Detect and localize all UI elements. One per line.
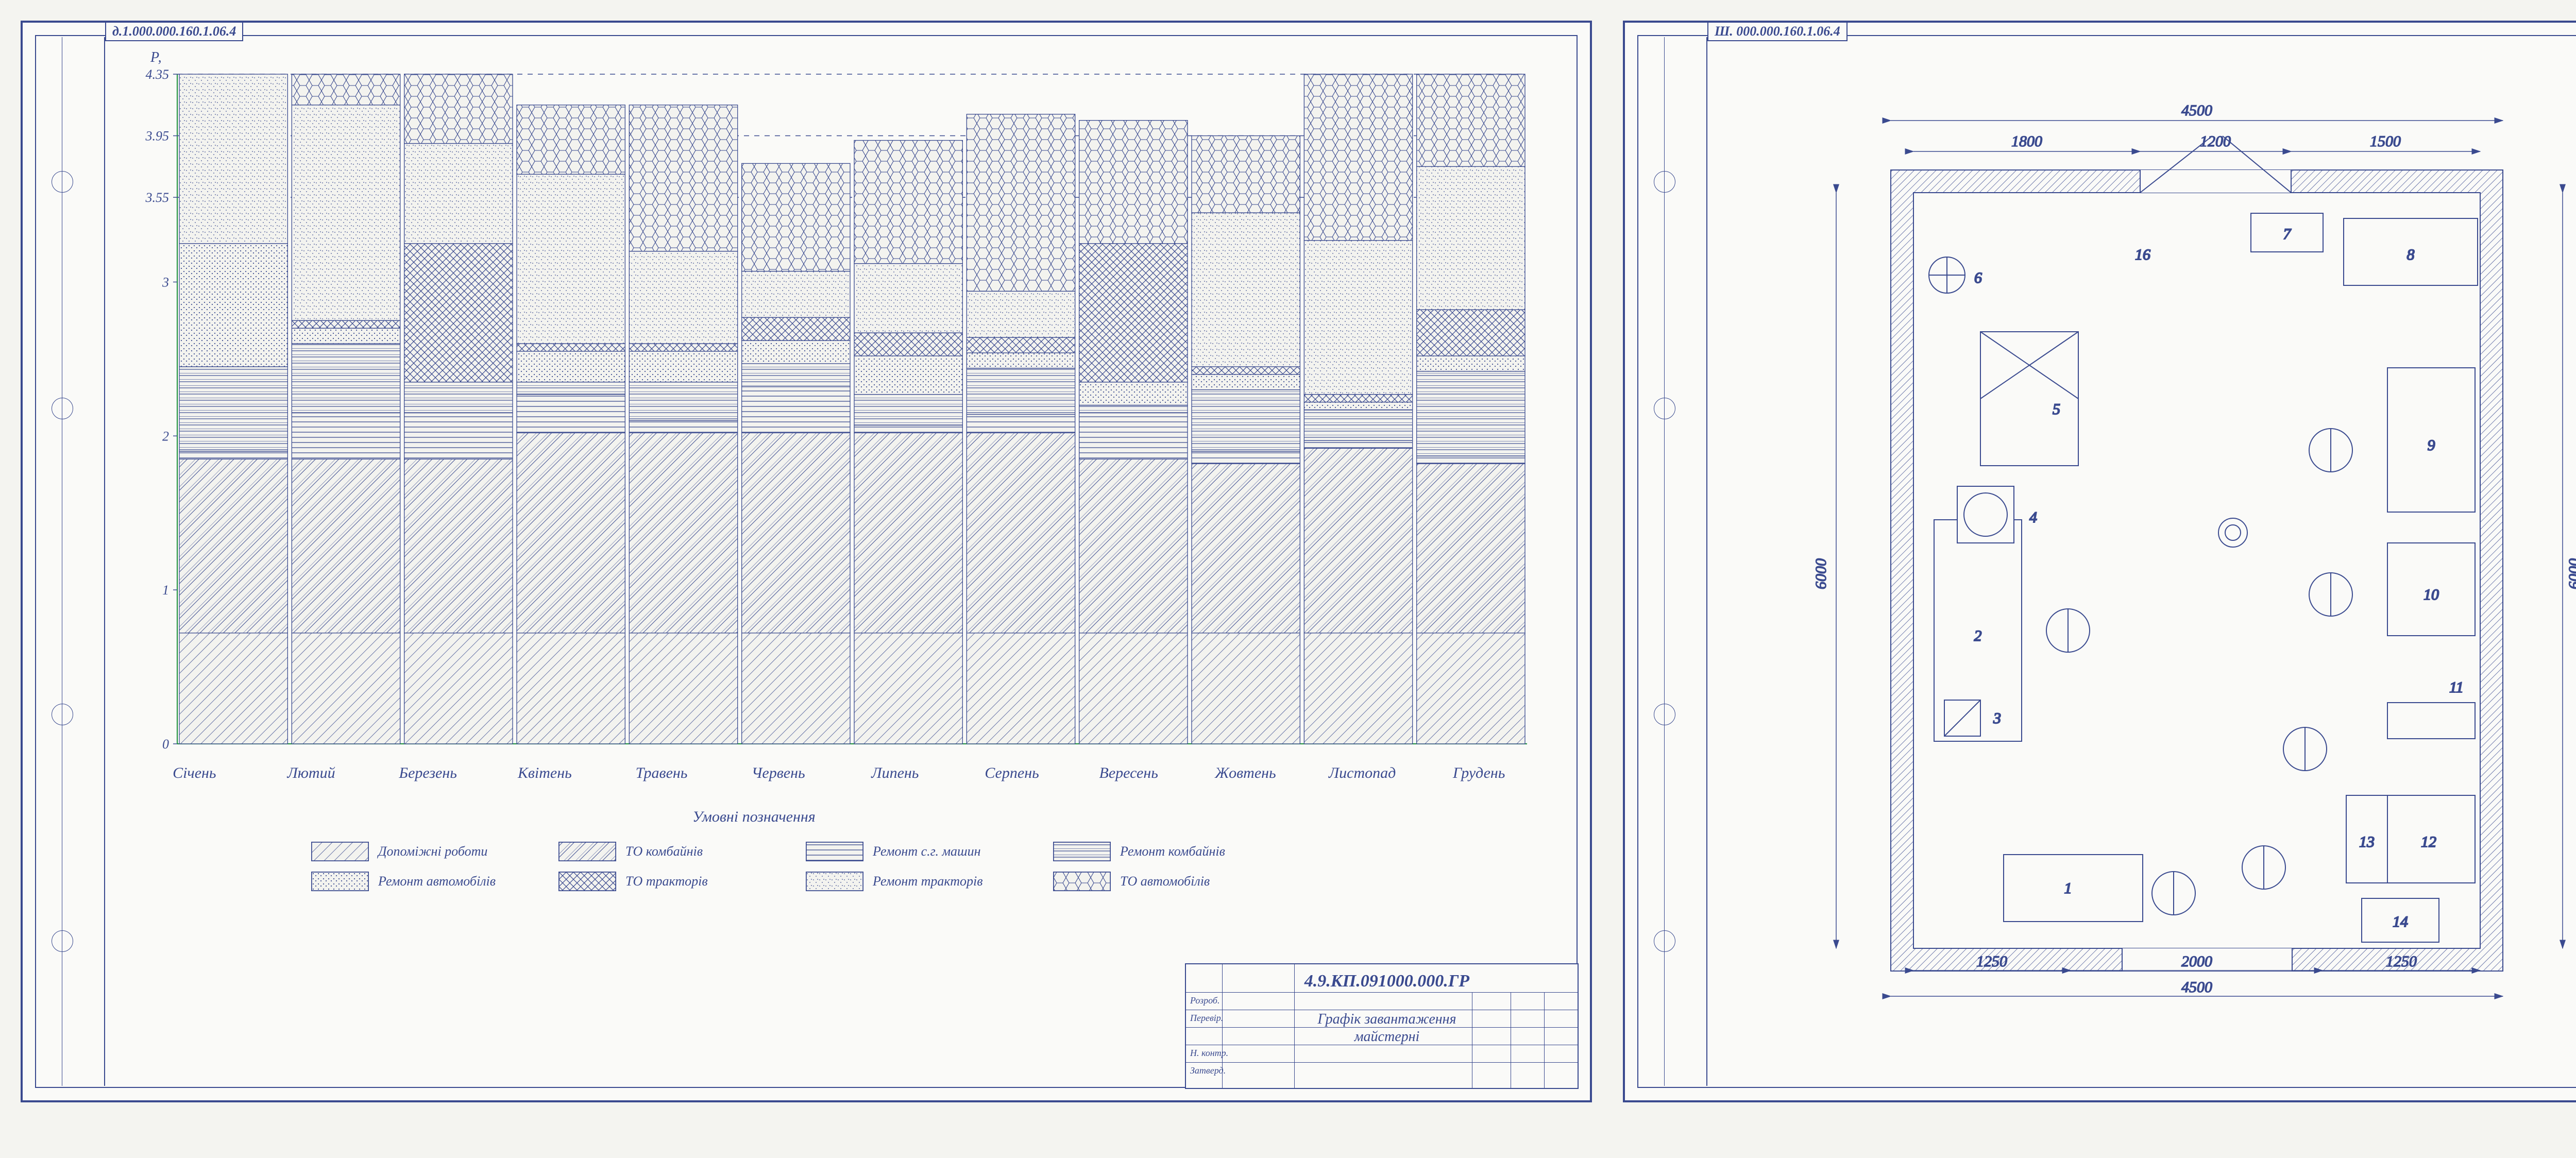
- month-label: Жовтень: [1187, 764, 1304, 790]
- floor-plan: 1 2 3 4 5 6 7 8 9 10 11 12 13: [1780, 84, 2576, 1012]
- svg-text:1: 1: [2064, 880, 2072, 897]
- stacked-chart: 0 1 2 3 3.55 3.95 4.35: [136, 64, 1537, 759]
- svg-text:4: 4: [2029, 509, 2037, 526]
- svg-text:16: 16: [2135, 246, 2150, 263]
- tb-code: 4.9.КП.091000.000.ГР: [1304, 972, 1469, 991]
- doc-id-right: Ш. 000.000.160.1.06.4: [1707, 22, 1848, 41]
- svg-text:12: 12: [2421, 833, 2436, 850]
- svg-text:2000: 2000: [2181, 953, 2212, 970]
- svg-text:4500: 4500: [2181, 979, 2212, 996]
- doc-id-left: д.1.000.000.160.1.06.4: [105, 22, 243, 41]
- svg-text:3.95: 3.95: [145, 129, 170, 144]
- svg-text:4500: 4500: [2181, 102, 2212, 119]
- svg-text:1500: 1500: [2370, 133, 2401, 150]
- svg-text:11: 11: [2449, 679, 2464, 696]
- month-label: Червень: [720, 764, 837, 790]
- legend-item: Допоміжні роботи: [311, 842, 558, 861]
- month-label: Травень: [603, 764, 720, 790]
- svg-text:3: 3: [162, 275, 169, 290]
- svg-text:3: 3: [1993, 710, 2001, 727]
- svg-text:2: 2: [162, 429, 169, 444]
- svg-text:10: 10: [2424, 586, 2439, 603]
- binding-holes: [1624, 37, 1707, 1086]
- svg-text:4.35: 4.35: [146, 67, 170, 82]
- canvas: д.1.000.000.160.1.06.4 Р,: [0, 0, 2576, 1158]
- left-sheet: д.1.000.000.160.1.06.4 Р,: [21, 21, 1592, 1102]
- month-label: Вересень: [1070, 764, 1187, 790]
- binding-holes: [22, 37, 105, 1086]
- legend-item: ТО комбайнів: [558, 842, 806, 861]
- svg-text:9: 9: [2428, 437, 2435, 454]
- month-label: Грудень: [1420, 764, 1537, 790]
- svg-text:1250: 1250: [1976, 953, 2007, 970]
- month-label: Листопад: [1304, 764, 1421, 790]
- legend-item: ТО автомобілів: [1053, 872, 1300, 891]
- svg-text:7: 7: [2283, 226, 2292, 243]
- svg-text:6000: 6000: [2566, 558, 2576, 589]
- svg-text:1250: 1250: [2386, 953, 2417, 970]
- legend-item: Ремонт тракторів: [806, 872, 1053, 891]
- month-axis: СіченьЛютийБерезеньКвітеньТравеньЧервень…: [136, 764, 1537, 790]
- month-label: Липень: [837, 764, 954, 790]
- month-label: Січень: [136, 764, 253, 790]
- title-block-left: 4.9.КП.091000.000.ГР Графік завантаження…: [1185, 963, 1579, 1089]
- svg-text:3.55: 3.55: [145, 190, 170, 205]
- svg-text:1: 1: [162, 583, 169, 598]
- legend-title: Умовні позначення: [692, 808, 816, 826]
- legend-item: ТО тракторів: [558, 872, 806, 891]
- month-label: Лютий: [253, 764, 370, 790]
- tb-title: Графік завантаження майстерні: [1310, 1011, 1464, 1045]
- svg-text:6000: 6000: [1812, 558, 1829, 589]
- svg-text:1800: 1800: [2011, 133, 2042, 150]
- svg-text:14: 14: [2393, 913, 2408, 930]
- svg-text:1200: 1200: [2200, 133, 2231, 150]
- svg-text:6: 6: [1974, 269, 1982, 286]
- month-label: Квітень: [486, 764, 603, 790]
- svg-text:2: 2: [1974, 627, 1982, 644]
- legend-item: Ремонт с.г. машин: [806, 842, 1053, 861]
- svg-text:0: 0: [162, 737, 169, 752]
- svg-text:13: 13: [2359, 833, 2375, 850]
- month-label: Серпень: [954, 764, 1071, 790]
- month-label: Березень: [369, 764, 486, 790]
- legend-item: Ремонт комбайнів: [1053, 842, 1300, 861]
- right-sheet: Ш. 000.000.160.1.06.4: [1623, 21, 2576, 1102]
- legend-item: Ремонт автомобілів: [311, 872, 558, 891]
- svg-text:5: 5: [2053, 401, 2060, 418]
- legend: Допоміжні роботиТО комбайнівРемонт с.г. …: [311, 837, 1342, 896]
- svg-text:8: 8: [2407, 246, 2415, 263]
